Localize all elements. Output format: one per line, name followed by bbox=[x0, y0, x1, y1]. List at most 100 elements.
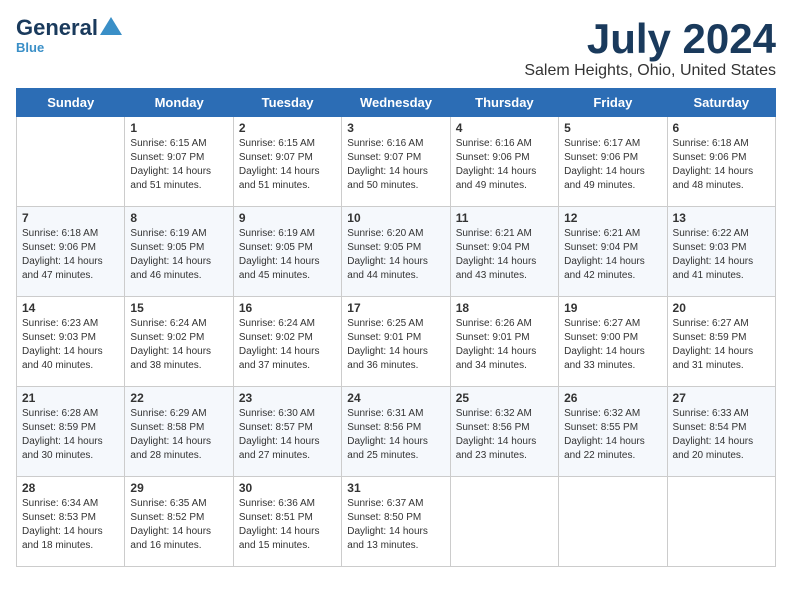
calendar-cell: 11 Sunrise: 6:21 AMSunset: 9:04 PMDayligh… bbox=[450, 207, 558, 297]
weekday-header: Wednesday bbox=[342, 89, 450, 117]
logo-icon bbox=[100, 17, 122, 35]
day-number: 18 bbox=[456, 301, 553, 315]
cell-info: Sunrise: 6:24 AMSunset: 9:02 PMDaylight:… bbox=[130, 317, 227, 373]
day-number: 20 bbox=[673, 301, 770, 315]
cell-info: Sunrise: 6:17 AMSunset: 9:06 PMDaylight:… bbox=[564, 137, 661, 193]
calendar-cell bbox=[17, 117, 125, 207]
cell-info: Sunrise: 6:16 AMSunset: 9:06 PMDaylight:… bbox=[456, 137, 553, 193]
day-number: 1 bbox=[130, 121, 227, 135]
cell-info: Sunrise: 6:21 AMSunset: 9:04 PMDaylight:… bbox=[564, 227, 661, 283]
day-number: 12 bbox=[564, 211, 661, 225]
calendar-cell: 2Sunrise: 6:15 AMSunset: 9:07 PMDaylight… bbox=[233, 117, 341, 207]
calendar-cell: 3 Sunrise: 6:16 AMSunset: 9:07 PMDaylight… bbox=[342, 117, 450, 207]
calendar-week-row: 1 Sunrise: 6:15 AMSunset: 9:07 PMDaylight… bbox=[17, 117, 776, 207]
cell-info: Sunrise: 6:32 AMSunset: 8:56 PMDaylight:… bbox=[456, 407, 553, 463]
day-number: 14 bbox=[22, 301, 119, 315]
day-number: 13 bbox=[673, 211, 770, 225]
day-number: 15 bbox=[130, 301, 227, 315]
cell-info: Sunrise: 6:36 AMSunset: 8:51 PMDaylight:… bbox=[239, 497, 336, 553]
day-number: 24 bbox=[347, 391, 444, 405]
calendar-cell: 28 Sunrise: 6:34 AMSunset: 8:53 PMDayligh… bbox=[17, 477, 125, 567]
logo: General Blue bbox=[16, 16, 122, 55]
cell-info: Sunrise: 6:26 AMSunset: 9:01 PMDaylight:… bbox=[456, 317, 553, 373]
weekday-header-row: SundayMondayTuesdayWednesdayThursdayFrid… bbox=[17, 89, 776, 117]
calendar-cell: 5 Sunrise: 6:17 AMSunset: 9:06 PMDaylight… bbox=[559, 117, 667, 207]
day-number: 4 bbox=[456, 121, 553, 135]
cell-info: Sunrise: 6:21 AMSunset: 9:04 PMDaylight:… bbox=[456, 227, 553, 283]
day-number: 17 bbox=[347, 301, 444, 315]
day-number: 21 bbox=[22, 391, 119, 405]
cell-info: Sunrise: 6:18 AMSunset: 9:06 PMDaylight:… bbox=[22, 227, 119, 283]
day-number: 11 bbox=[456, 211, 553, 225]
cell-info: Sunrise: 6:19 AMSunset: 9:05 PMDaylight:… bbox=[239, 227, 336, 283]
cell-info: Sunrise: 6:35 AMSunset: 8:52 PMDaylight:… bbox=[130, 497, 227, 553]
cell-info: Sunrise: 6:27 AMSunset: 9:00 PMDaylight:… bbox=[564, 317, 661, 373]
calendar-cell: 9Sunrise: 6:19 AMSunset: 9:05 PMDaylight… bbox=[233, 207, 341, 297]
calendar-table: SundayMondayTuesdayWednesdayThursdayFrid… bbox=[16, 88, 776, 567]
calendar-cell bbox=[559, 477, 667, 567]
cell-info: Sunrise: 6:19 AMSunset: 9:05 PMDaylight:… bbox=[130, 227, 227, 283]
cell-info: Sunrise: 6:15 AMSunset: 9:07 PMDaylight:… bbox=[130, 137, 227, 193]
cell-info: Sunrise: 6:20 AMSunset: 9:05 PMDaylight:… bbox=[347, 227, 444, 283]
calendar-cell: 10 Sunrise: 6:20 AMSunset: 9:05 PMDayligh… bbox=[342, 207, 450, 297]
title-area: July 2024 Salem Heights, Ohio, United St… bbox=[524, 16, 776, 80]
cell-info: Sunrise: 6:30 AMSunset: 8:57 PMDaylight:… bbox=[239, 407, 336, 463]
calendar-cell: 21 Sunrise: 6:28 AMSunset: 8:59 PMDayligh… bbox=[17, 387, 125, 477]
day-number: 8 bbox=[130, 211, 227, 225]
day-number: 22 bbox=[130, 391, 227, 405]
day-number: 29 bbox=[130, 481, 227, 495]
day-number: 6 bbox=[673, 121, 770, 135]
weekday-header: Tuesday bbox=[233, 89, 341, 117]
logo-general: General bbox=[16, 16, 98, 40]
calendar-week-row: 21 Sunrise: 6:28 AMSunset: 8:59 PMDayligh… bbox=[17, 387, 776, 477]
calendar-cell: 24 Sunrise: 6:31 AMSunset: 8:56 PMDayligh… bbox=[342, 387, 450, 477]
day-number: 25 bbox=[456, 391, 553, 405]
calendar-cell: 27 Sunrise: 6:33 AMSunset: 8:54 PMDayligh… bbox=[667, 387, 775, 477]
cell-info: Sunrise: 6:25 AMSunset: 9:01 PMDaylight:… bbox=[347, 317, 444, 373]
day-number: 3 bbox=[347, 121, 444, 135]
calendar-week-row: 28 Sunrise: 6:34 AMSunset: 8:53 PMDayligh… bbox=[17, 477, 776, 567]
calendar-cell: 25 Sunrise: 6:32 AMSunset: 8:56 PMDayligh… bbox=[450, 387, 558, 477]
cell-info: Sunrise: 6:34 AMSunset: 8:53 PMDaylight:… bbox=[22, 497, 119, 553]
calendar-week-row: 7Sunrise: 6:18 AMSunset: 9:06 PMDaylight… bbox=[17, 207, 776, 297]
day-number: 2 bbox=[239, 121, 336, 135]
calendar-cell: 31 Sunrise: 6:37 AMSunset: 8:50 PMDayligh… bbox=[342, 477, 450, 567]
day-number: 27 bbox=[673, 391, 770, 405]
header: General Blue July 2024 Salem Heights, Oh… bbox=[16, 16, 776, 80]
cell-info: Sunrise: 6:27 AMSunset: 8:59 PMDaylight:… bbox=[673, 317, 770, 373]
month-title: July 2024 bbox=[524, 16, 776, 62]
calendar-cell: 13Sunrise: 6:22 AMSunset: 9:03 PMDayligh… bbox=[667, 207, 775, 297]
weekday-header: Friday bbox=[559, 89, 667, 117]
calendar-cell bbox=[450, 477, 558, 567]
day-number: 31 bbox=[347, 481, 444, 495]
calendar-cell: 17 Sunrise: 6:25 AMSunset: 9:01 PMDayligh… bbox=[342, 297, 450, 387]
calendar-cell bbox=[667, 477, 775, 567]
calendar-cell: 12 Sunrise: 6:21 AMSunset: 9:04 PMDayligh… bbox=[559, 207, 667, 297]
day-number: 5 bbox=[564, 121, 661, 135]
calendar-cell: 14 Sunrise: 6:23 AMSunset: 9:03 PMDayligh… bbox=[17, 297, 125, 387]
weekday-header: Saturday bbox=[667, 89, 775, 117]
calendar-cell: 7Sunrise: 6:18 AMSunset: 9:06 PMDaylight… bbox=[17, 207, 125, 297]
day-number: 30 bbox=[239, 481, 336, 495]
calendar-cell: 18 Sunrise: 6:26 AMSunset: 9:01 PMDayligh… bbox=[450, 297, 558, 387]
cell-info: Sunrise: 6:16 AMSunset: 9:07 PMDaylight:… bbox=[347, 137, 444, 193]
cell-info: Sunrise: 6:23 AMSunset: 9:03 PMDaylight:… bbox=[22, 317, 119, 373]
calendar-cell: 8 Sunrise: 6:19 AMSunset: 9:05 PMDaylight… bbox=[125, 207, 233, 297]
calendar-cell: 1 Sunrise: 6:15 AMSunset: 9:07 PMDaylight… bbox=[125, 117, 233, 207]
cell-info: Sunrise: 6:31 AMSunset: 8:56 PMDaylight:… bbox=[347, 407, 444, 463]
calendar-cell: 15 Sunrise: 6:24 AMSunset: 9:02 PMDayligh… bbox=[125, 297, 233, 387]
day-number: 28 bbox=[22, 481, 119, 495]
day-number: 16 bbox=[239, 301, 336, 315]
calendar-cell: 20 Sunrise: 6:27 AMSunset: 8:59 PMDayligh… bbox=[667, 297, 775, 387]
cell-info: Sunrise: 6:33 AMSunset: 8:54 PMDaylight:… bbox=[673, 407, 770, 463]
day-number: 23 bbox=[239, 391, 336, 405]
calendar-cell: 6 Sunrise: 6:18 AMSunset: 9:06 PMDaylight… bbox=[667, 117, 775, 207]
day-number: 10 bbox=[347, 211, 444, 225]
cell-info: Sunrise: 6:37 AMSunset: 8:50 PMDaylight:… bbox=[347, 497, 444, 553]
day-number: 19 bbox=[564, 301, 661, 315]
cell-info: Sunrise: 6:29 AMSunset: 8:58 PMDaylight:… bbox=[130, 407, 227, 463]
weekday-header: Monday bbox=[125, 89, 233, 117]
cell-info: Sunrise: 6:28 AMSunset: 8:59 PMDaylight:… bbox=[22, 407, 119, 463]
calendar-cell: 19 Sunrise: 6:27 AMSunset: 9:00 PMDayligh… bbox=[559, 297, 667, 387]
cell-info: Sunrise: 6:18 AMSunset: 9:06 PMDaylight:… bbox=[673, 137, 770, 193]
